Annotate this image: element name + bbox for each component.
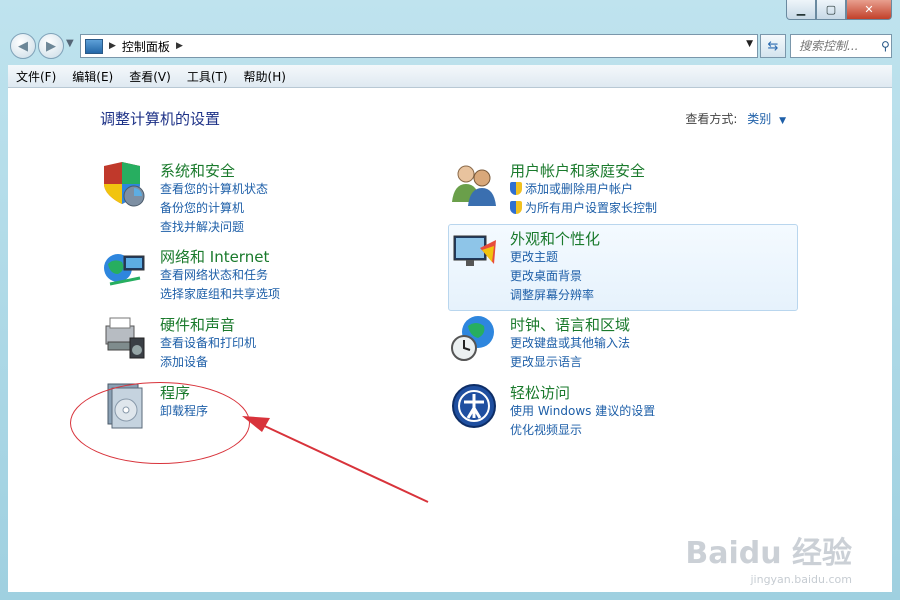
breadcrumb-control-panel[interactable]: 控制面板 <box>122 38 170 55</box>
search-input[interactable] <box>797 38 877 54</box>
watermark-url: jingyan.baidu.com <box>750 573 852 586</box>
search-box: ⚲ <box>790 34 892 58</box>
forward-button[interactable]: ▶ <box>38 33 64 59</box>
maximize-button[interactable]: ▢ <box>816 0 846 20</box>
annotation-arrow <box>242 416 429 503</box>
menu-bar: 文件(F) 编辑(E) 查看(V) 工具(T) 帮助(H) <box>8 65 892 88</box>
menu-tools[interactable]: 工具(T) <box>179 68 236 85</box>
menu-edit[interactable]: 编辑(E) <box>64 68 121 85</box>
minimize-button[interactable]: ▁ <box>786 0 816 20</box>
close-button[interactable]: ✕ <box>846 0 892 20</box>
back-arrow-icon: ◀ <box>18 38 28 54</box>
navigation-bar: ◀ ▶ ▼ ▶ 控制面板 ▶ ▼ ⇆ ⚲ <box>8 30 892 60</box>
address-bar[interactable]: ▶ 控制面板 ▶ ▼ <box>80 34 758 58</box>
menu-file[interactable]: 文件(F) <box>8 68 64 85</box>
refresh-icon: ⇆ <box>767 38 779 54</box>
recent-pages-dropdown-icon[interactable]: ▼ <box>66 38 74 49</box>
main-content: 调整计算机的设置 查看方式: 类别 ▼ 系统和安全 查看您的计算机状态 备份您的… <box>8 88 892 592</box>
back-button[interactable]: ◀ <box>10 33 36 59</box>
forward-arrow-icon: ▶ <box>46 38 56 54</box>
chevron-right-icon[interactable]: ▶ <box>176 41 183 51</box>
watermark-logo: Baidu 经验 <box>685 536 852 571</box>
menu-help[interactable]: 帮助(H) <box>236 68 294 85</box>
menu-view[interactable]: 查看(V) <box>121 68 179 85</box>
control-panel-icon <box>85 38 103 54</box>
control-panel-window: ▁ ▢ ✕ ◀ ▶ ▼ ▶ 控制面板 ▶ ▼ ⇆ ⚲ 文件(F) 编辑(E) 查… <box>0 0 900 600</box>
refresh-button[interactable]: ⇆ <box>760 34 786 58</box>
chevron-right-icon[interactable]: ▶ <box>109 41 116 51</box>
window-controls: ▁ ▢ ✕ <box>786 0 892 20</box>
search-icon[interactable]: ⚲ <box>881 39 890 53</box>
address-dropdown-icon[interactable]: ▼ <box>746 39 753 49</box>
